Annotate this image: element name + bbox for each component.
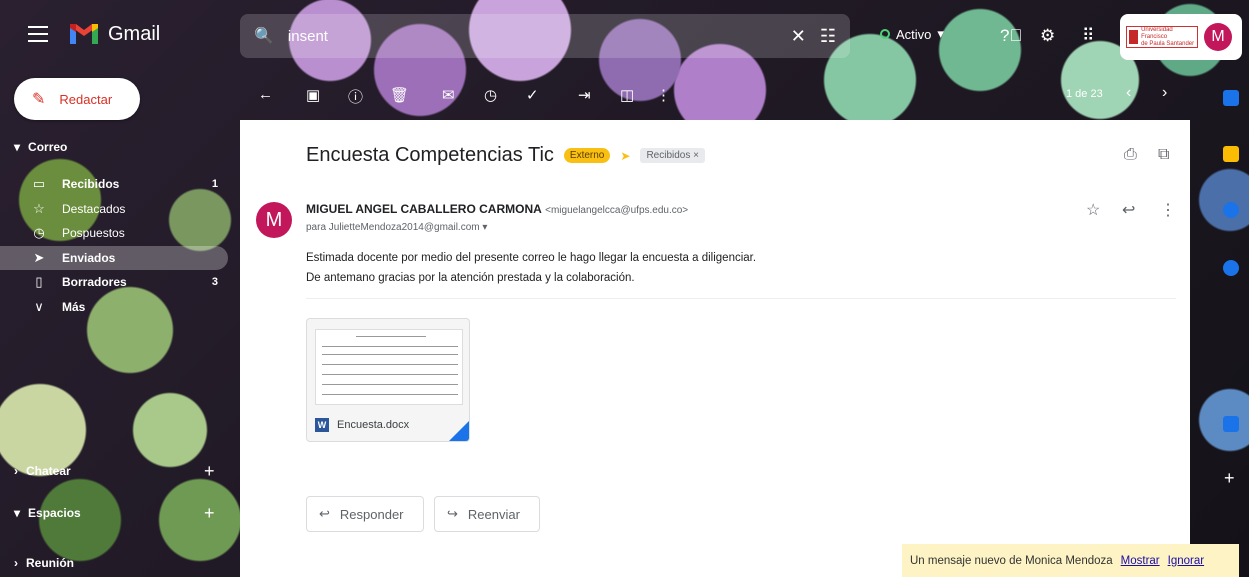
attachment-footer: W Encuesta.docx [307,409,469,441]
pager-count: 1 de 23 [1066,88,1103,100]
sidebar-item-more[interactable]: ∨ Más [0,295,228,320]
collapse-caret-icon: ▾ [14,506,21,520]
sidebar-item-inbox[interactable]: ▭ Recibidos 1 [0,172,228,197]
meet-section-header[interactable]: › Reunión [14,556,74,570]
sidebar-item-snoozed[interactable]: ◷ Pospuestos [0,221,228,246]
older-chevron-icon[interactable]: › [1162,84,1167,102]
compose-button[interactable]: ✎ Redactar [14,78,140,120]
apps-grid-icon[interactable]: ⠿ [1082,26,1094,46]
sender-name[interactable]: MIGUEL ANGEL CABALLERO CARMONA [306,202,542,216]
add-addons-plus-icon[interactable]: + [1224,468,1235,489]
account-card[interactable]: Universidad Francisco de Paula Santander … [1120,14,1242,60]
status-label: Activo [896,26,932,42]
mail-nav: ▭ Recibidos 1 ☆ Destacados ◷ Pospuestos … [0,172,228,319]
top-bar: Gmail 🔍 ✕ ☷ Activo ▾ ?⃝ ⚙ ⠿ Universidad … [0,0,1249,76]
more-options-icon[interactable]: ⋮ [656,86,671,104]
label-chip[interactable]: Recibidos × [640,148,705,163]
recipient-details-chevron-icon[interactable]: ▾ [482,222,487,233]
sender-avatar[interactable]: M [256,202,292,238]
back-arrow-icon[interactable]: ← [258,86,273,103]
sidebar-item-drafts[interactable]: ▯ Borradores 3 [0,270,228,295]
forward-button[interactable]: ↪ Reenviar [434,496,540,532]
contacts-icon[interactable] [1223,260,1239,276]
move-to-icon[interactable]: ⇥ [578,86,591,104]
newer-chevron-icon[interactable]: ‹ [1126,84,1131,102]
importance-marker-icon[interactable]: ➤ [620,149,630,163]
label-icon[interactable]: ◫ [620,86,634,104]
status-selector[interactable]: Activo ▾ [880,26,944,42]
tasks-icon[interactable] [1223,202,1239,218]
forward-icon: ↪ [447,506,458,521]
report-spam-icon[interactable]: ⓘ [348,86,363,107]
new-message-toast: Un mensaje nuevo de Monica Mendoza Mostr… [902,544,1239,577]
help-icon[interactable]: ?⃝ [1000,26,1022,46]
expand-caret-icon: › [14,464,18,478]
collapse-caret-icon: ▾ [14,140,21,154]
pencil-icon: ✎ [32,91,46,108]
sender-email: <miguelangelcca@ufps.edu.co> [545,205,689,216]
send-icon: ➤ [33,249,45,265]
subject-row: Encuesta Competencias Tic Externo ➤ Reci… [306,144,705,167]
message-pane: Encuesta Competencias Tic Externo ➤ Reci… [240,120,1190,577]
gmail-logo[interactable]: Gmail [68,22,160,46]
external-badge: Externo [563,148,611,163]
message-subject: Encuesta Competencias Tic [306,144,554,166]
calendar-icon[interactable] [1223,90,1239,106]
inbox-icon: ▭ [32,176,46,192]
mark-unread-icon[interactable]: ✉ [442,86,455,104]
reply-button[interactable]: ↩ Responder [306,496,424,532]
message-body: Estimada docente por medio del presente … [306,252,757,284]
app-name: Gmail [108,22,161,45]
attachment-preview [315,329,463,405]
clear-search-icon[interactable]: ✕ [791,26,806,47]
snooze-icon[interactable]: ◷ [484,86,497,104]
attachment-name: Encuesta.docx [337,419,410,431]
menu-icon[interactable] [28,26,48,42]
toast-text: Un mensaje nuevo de Monica Mendoza [910,554,1113,567]
chevron-down-icon: ∨ [34,298,44,314]
addon-icon[interactable] [1223,416,1239,432]
status-dot-icon [880,29,890,39]
settings-gear-icon[interactable]: ⚙ [1040,26,1055,46]
search-input[interactable] [287,27,777,45]
more-vert-icon[interactable]: ⋮ [1160,200,1176,220]
attachment-card[interactable]: W Encuesta.docx [306,318,470,442]
search-bar[interactable]: 🔍 ✕ ☷ [240,14,850,58]
sidebar-item-starred[interactable]: ☆ Destacados [0,197,228,222]
star-icon: ☆ [33,200,45,216]
add-task-icon[interactable]: ✓ [526,86,539,104]
account-avatar[interactable]: M [1204,23,1232,51]
reply-icon: ↩ [319,506,330,521]
mail-section-header[interactable]: ▾ Correo [14,140,67,154]
archive-icon[interactable]: ▣ [306,86,320,104]
sender-line: MIGUEL ANGEL CABALLERO CARMONA <miguelan… [306,202,688,216]
draft-icon: ▯ [35,274,43,290]
university-logo: Universidad Francisco de Paula Santander [1126,26,1198,48]
chat-section-header[interactable]: › Chatear [14,464,71,478]
toast-ignore-link[interactable]: Ignorar [1168,555,1204,567]
clock-icon: ◷ [33,225,45,241]
new-chat-plus-icon[interactable]: + [204,461,215,482]
recipient-line[interactable]: para JulietteMendoza2014@gmail.com ▾ [306,222,487,233]
recipient-text: para JulietteMendoza2014@gmail.com [306,222,480,233]
open-new-window-icon[interactable]: ⧉ [1158,146,1169,164]
print-icon[interactable]: ⎙ [1124,146,1137,164]
spaces-section-header[interactable]: ▾ Espacios [14,506,81,520]
search-options-icon[interactable]: ☷ [820,26,836,47]
toast-show-link[interactable]: Mostrar [1121,555,1160,567]
word-doc-icon: W [315,418,329,432]
divider [306,298,1176,299]
delete-icon[interactable]: 🗑 [390,86,409,104]
keep-icon[interactable] [1223,146,1239,162]
chevron-down-icon: ▾ [937,26,944,41]
gmail-m-icon [70,24,98,44]
star-icon[interactable]: ☆ [1086,200,1100,220]
expand-caret-icon: › [14,556,18,570]
reply-icon[interactable]: ↩ [1122,200,1135,220]
compose-label: Redactar [59,91,113,107]
new-space-plus-icon[interactable]: + [204,503,215,524]
search-icon[interactable]: 🔍 [254,26,274,46]
doc-corner-icon [449,421,469,441]
sidebar-item-sent[interactable]: ➤ Enviados [0,245,228,270]
